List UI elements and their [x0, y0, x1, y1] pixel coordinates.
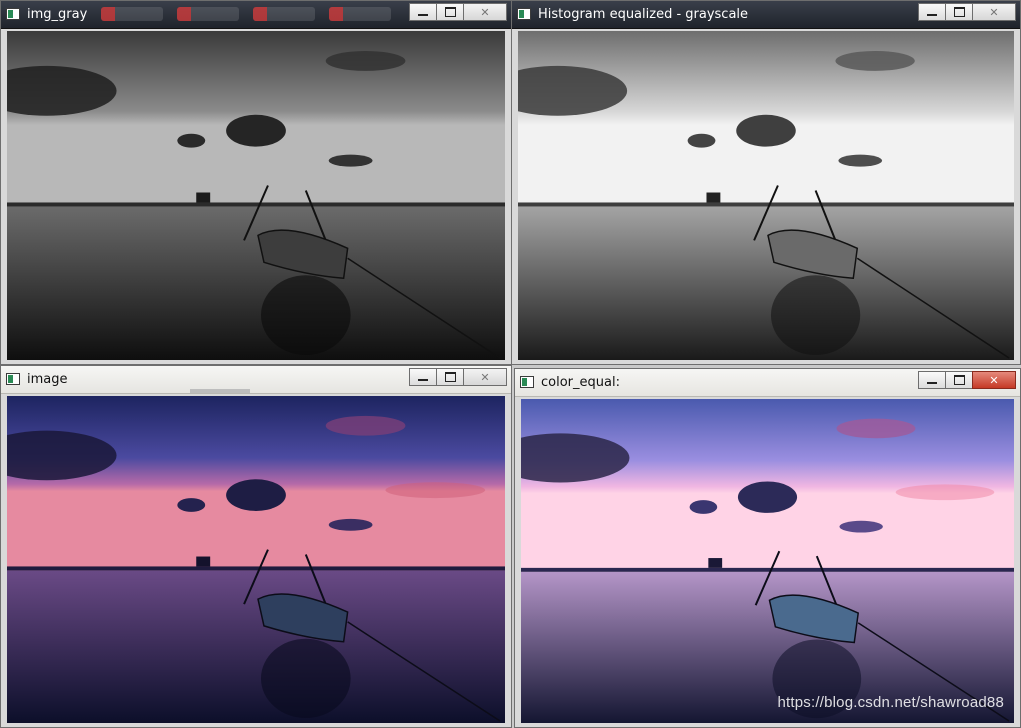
minimize-button[interactable] — [409, 3, 437, 21]
window-title: image — [27, 372, 68, 387]
maximize-icon — [444, 372, 456, 382]
image-canvas-hist-equalized — [518, 31, 1014, 360]
window-image[interactable]: image ✕ — [0, 365, 512, 728]
minimize-icon — [927, 382, 937, 384]
maximize-button[interactable] — [436, 368, 464, 386]
close-icon: ✕ — [480, 5, 490, 19]
minimize-icon — [418, 14, 428, 16]
maximize-icon — [953, 7, 965, 17]
maximize-button[interactable] — [945, 371, 973, 389]
color-image — [7, 396, 505, 723]
window-controls: ✕ — [409, 3, 507, 21]
app-window-icon — [517, 8, 531, 20]
desktop-strip — [190, 389, 250, 393]
titlebar-color-equal[interactable]: color_equal: ✕ — [515, 369, 1020, 397]
maximize-button[interactable] — [436, 3, 464, 21]
window-title: color_equal: — [541, 375, 620, 390]
app-window-icon — [6, 8, 20, 20]
close-icon: ✕ — [989, 373, 999, 387]
minimize-button[interactable] — [918, 371, 946, 389]
minimize-button[interactable] — [409, 368, 437, 386]
equalized-grayscale-image — [518, 31, 1014, 360]
window-hist-equalized[interactable]: Histogram equalized - grayscale ✕ — [511, 0, 1021, 365]
close-button[interactable]: ✕ — [463, 368, 507, 386]
close-button[interactable]: ✕ — [463, 3, 507, 21]
window-img-gray[interactable]: img_gray ✕ — [0, 0, 512, 365]
grayscale-image — [7, 31, 505, 360]
window-title: img_gray — [27, 7, 88, 22]
background-taskbar-tabs — [101, 7, 391, 21]
close-icon: ✕ — [989, 5, 999, 19]
window-title: Histogram equalized - grayscale — [538, 7, 749, 22]
minimize-icon — [927, 14, 937, 16]
titlebar-hist-equalized[interactable]: Histogram equalized - grayscale ✕ — [512, 1, 1020, 29]
titlebar-image[interactable]: image ✕ — [1, 366, 511, 394]
close-icon: ✕ — [480, 370, 490, 384]
app-window-icon — [520, 376, 534, 388]
close-button[interactable]: ✕ — [972, 371, 1016, 389]
app-window-icon — [6, 373, 20, 385]
window-controls: ✕ — [918, 371, 1016, 389]
window-color-equal[interactable]: color_equal: ✕ https://blog.csdn.net/sha… — [514, 368, 1021, 728]
window-controls: ✕ — [918, 3, 1016, 21]
minimize-icon — [418, 379, 428, 381]
image-canvas-color-equal: https://blog.csdn.net/shawroad88 — [521, 399, 1014, 723]
image-canvas-image — [7, 396, 505, 723]
minimize-button[interactable] — [918, 3, 946, 21]
watermark-text: https://blog.csdn.net/shawroad88 — [777, 694, 1004, 711]
image-canvas-img-gray — [7, 31, 505, 360]
maximize-button[interactable] — [945, 3, 973, 21]
maximize-icon — [953, 375, 965, 385]
window-controls: ✕ — [409, 368, 507, 386]
equalized-color-image — [521, 399, 1014, 723]
close-button[interactable]: ✕ — [972, 3, 1016, 21]
titlebar-img-gray[interactable]: img_gray ✕ — [1, 1, 511, 29]
maximize-icon — [444, 7, 456, 17]
